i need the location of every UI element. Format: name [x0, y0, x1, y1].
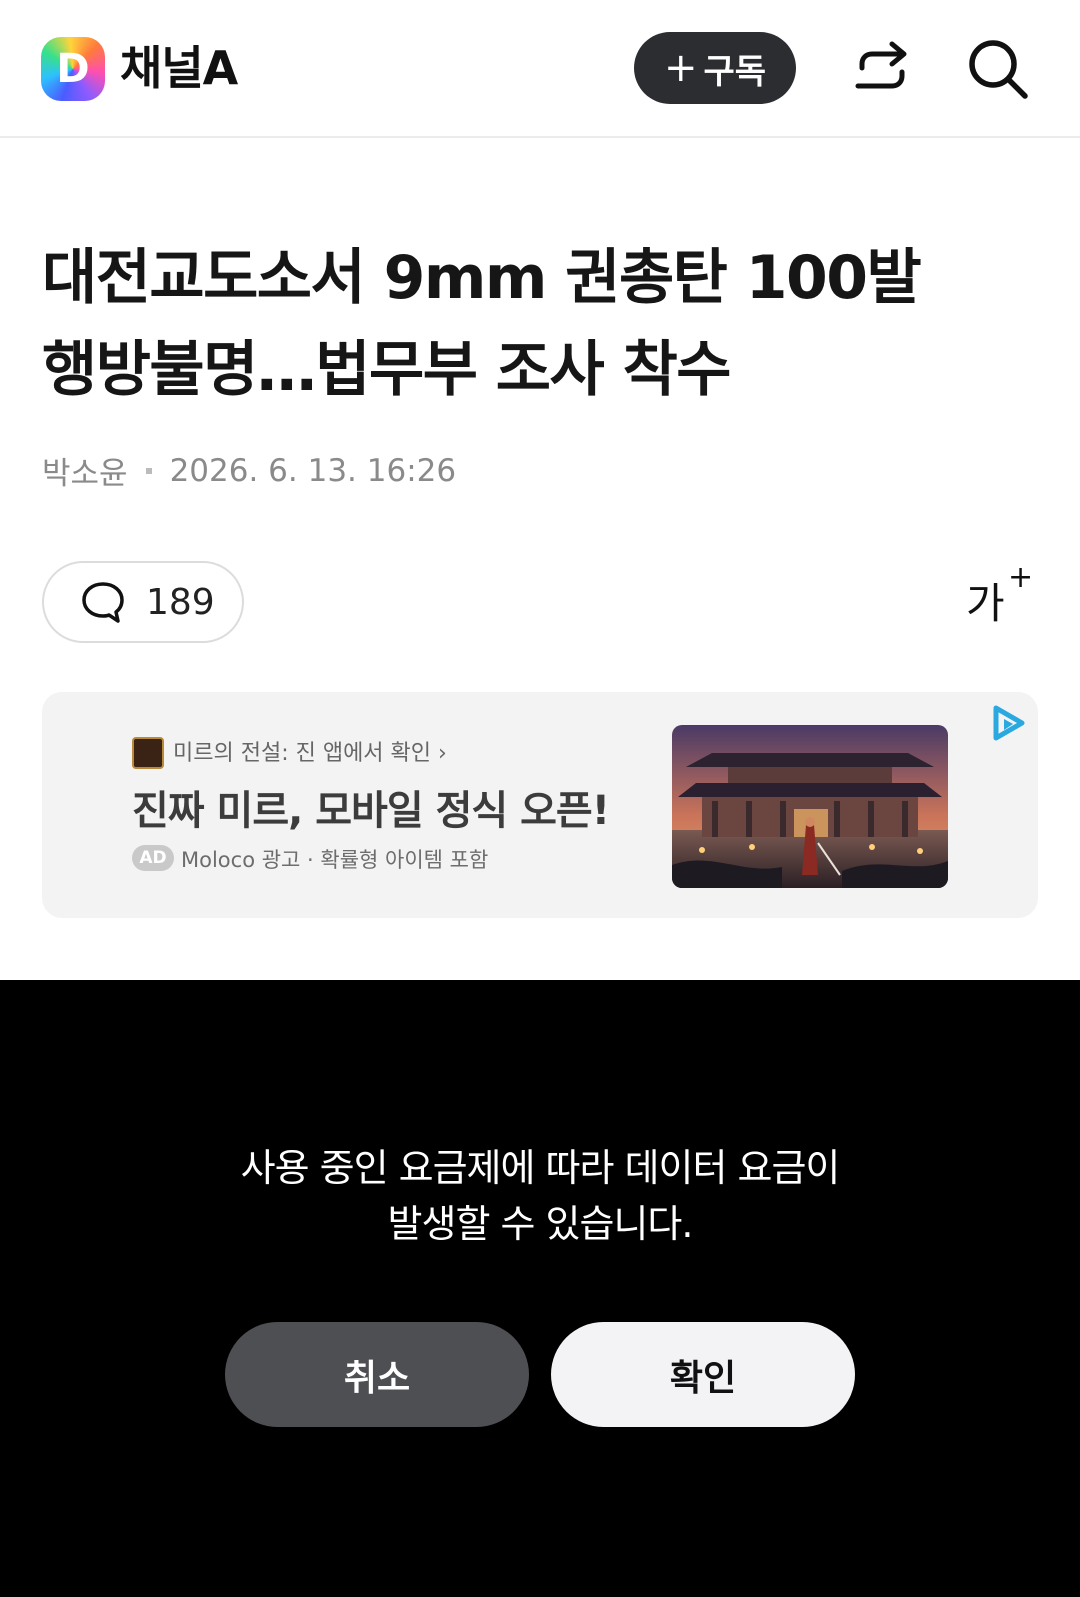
article-title: 대전교도소서 9mm 권총탄 100발 행방불명…법무부 조사 착수 [42, 232, 1042, 416]
subscribe-button[interactable]: + 구독 [634, 32, 796, 104]
publish-datetime: 2026. 6. 13. 16:26 [169, 452, 457, 489]
ad-headline[interactable]: 진짜 미르, 모바일 정식 오픈! [132, 778, 610, 836]
dialog-message: 사용 중인 요금제에 따라 데이터 요금이 발생할 수 있습니다. [240, 1146, 841, 1246]
article-meta: 박소윤 2026. 6. 13. 16:26 [42, 448, 456, 493]
share-icon[interactable] [850, 38, 914, 102]
top-header: D 채널A + 구독 [0, 0, 1080, 138]
font-size-label: 가 [966, 579, 1005, 628]
cancel-button[interactable]: 취소 [225, 1322, 529, 1427]
font-size-plus: + [1008, 560, 1034, 595]
ad-choices-icon[interactable] [988, 704, 1028, 744]
ad-badge: AD [132, 845, 174, 871]
ad-app-link[interactable]: 미르의 전설: 진 앱에서 확인 › [173, 735, 447, 767]
plus-icon: + [663, 45, 698, 91]
comment-count: 189 [146, 581, 215, 623]
data-charge-dialog: 사용 중인 요금제에 따라 데이터 요금이 발생할 수 있습니다. 취소 확인 [0, 980, 1080, 1597]
channel-name[interactable]: 채널A [120, 38, 238, 98]
comments-button[interactable]: 189 [42, 561, 244, 643]
game-app-icon [132, 737, 164, 769]
comment-icon [82, 582, 124, 623]
ad-disclaimer: Moloco 광고 · 확률형 아이템 포함 [181, 848, 489, 872]
author-name[interactable]: 박소윤 [42, 448, 128, 493]
separator-dot [145, 467, 152, 474]
logo-letter: D [56, 46, 90, 92]
article-title-line-2: 행방불명…법무부 조사 착수 [42, 335, 731, 405]
ad-image[interactable] [672, 725, 948, 888]
font-size-button[interactable]: 가 + [966, 560, 1033, 634]
ad-banner[interactable]: 미르의 전설: 진 앱에서 확인 › 진짜 미르, 모바일 정식 오픈! AD … [42, 692, 1038, 918]
confirm-button[interactable]: 확인 [551, 1322, 855, 1427]
channel-logo-icon[interactable]: D [41, 37, 105, 101]
subscribe-label: 구독 [703, 51, 767, 92]
search-icon[interactable] [965, 36, 1031, 102]
article-title-line-1: 대전교도소서 9mm 권총탄 100발 [42, 243, 922, 313]
